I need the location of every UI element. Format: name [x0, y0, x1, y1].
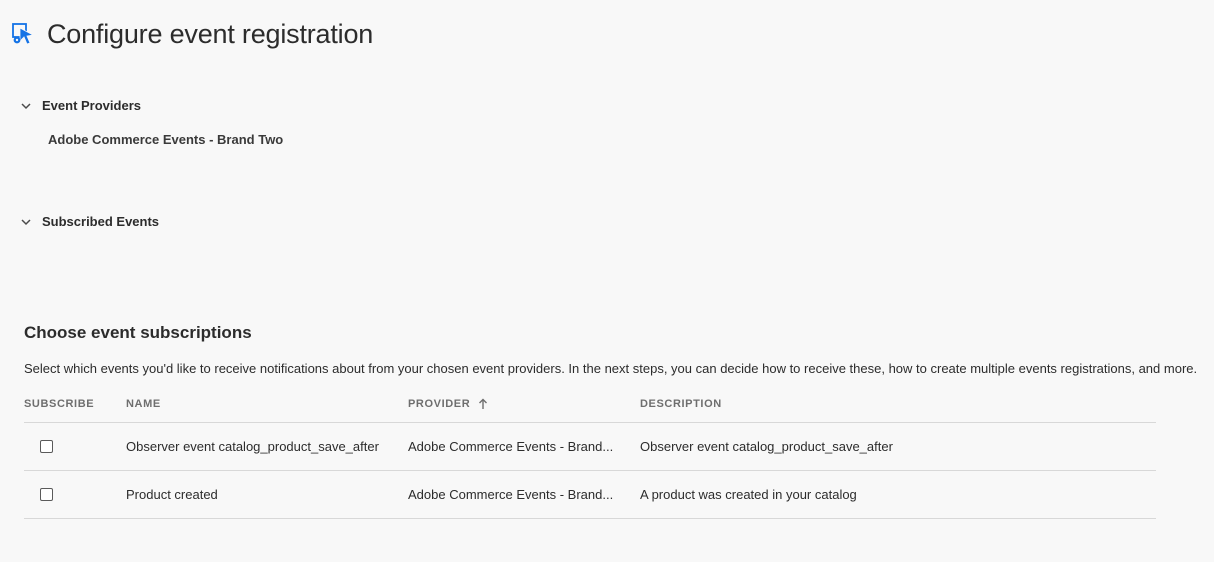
- sort-ascending-icon: [479, 398, 488, 409]
- event-registration-icon: [12, 23, 35, 45]
- subscribe-checkbox[interactable]: [40, 440, 53, 453]
- subscribed-events-toggle[interactable]: Subscribed Events: [20, 214, 159, 229]
- column-header-provider-label: PROVIDER: [408, 398, 471, 410]
- subscribe-checkbox[interactable]: [40, 488, 53, 501]
- table-row: Product created Adobe Commerce Events - …: [24, 471, 1156, 519]
- page-header: Configure event registration: [11, 14, 373, 54]
- page-title: Configure event registration: [47, 18, 374, 49]
- event-description: A product was created in your catalog: [640, 487, 857, 502]
- subscribed-events-heading: Subscribed Events: [42, 214, 160, 229]
- column-header-subscribe: SUBSCRIBE: [24, 398, 95, 410]
- event-provider: Adobe Commerce Events - Brand...: [408, 487, 614, 502]
- selected-provider: Adobe Commerce Events - Brand Two: [48, 132, 284, 147]
- column-header-provider[interactable]: PROVIDER: [408, 398, 488, 410]
- event-description: Observer event catalog_product_save_afte…: [640, 439, 893, 454]
- event-provider: Adobe Commerce Events - Brand...: [408, 439, 614, 454]
- chevron-down-icon: [21, 102, 31, 109]
- event-name: Observer event catalog_product_save_afte…: [126, 439, 379, 454]
- table-header: SUBSCRIBE NAME PROVIDER DESCRIPTION: [24, 390, 1156, 423]
- event-providers-toggle[interactable]: Event Providers: [20, 98, 141, 113]
- chevron-down-icon: [21, 218, 31, 225]
- event-name: Product created: [126, 487, 218, 502]
- event-subscriptions-table: SUBSCRIBE NAME PROVIDER DESCRIPTION Obse…: [24, 390, 1156, 519]
- column-header-description[interactable]: DESCRIPTION: [640, 398, 722, 410]
- table-row: Observer event catalog_product_save_afte…: [24, 423, 1156, 471]
- subscriptions-description: Select which events you'd like to receiv…: [24, 361, 1198, 376]
- event-providers-heading: Event Providers: [42, 98, 141, 113]
- column-header-name[interactable]: NAME: [126, 398, 161, 410]
- subscriptions-heading: Choose event subscriptions: [24, 323, 252, 342]
